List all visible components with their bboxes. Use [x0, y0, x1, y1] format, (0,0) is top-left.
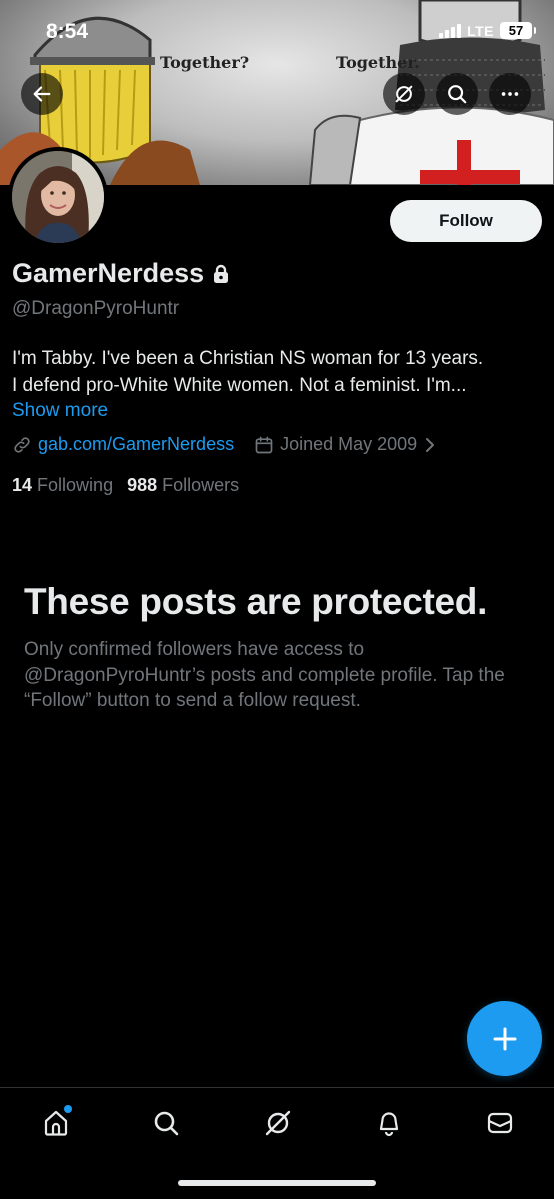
home-indicator[interactable]	[178, 1180, 376, 1186]
bio: I'm Tabby. I've been a Christian NS woma…	[12, 345, 547, 399]
follow-button[interactable]: Follow	[390, 200, 542, 242]
tab-search[interactable]	[146, 1103, 186, 1143]
follow-counts: 14 Following 988 Followers	[12, 475, 239, 496]
profile-meta: gab.com/GamerNerdess Joined May 2009	[12, 434, 437, 455]
avatar[interactable]	[8, 147, 108, 247]
handle: @DragonPyroHuntr	[12, 298, 180, 319]
bell-icon	[379, 1112, 399, 1137]
compose-button[interactable]	[467, 1001, 542, 1076]
lock-icon	[214, 264, 229, 283]
status-indicators: LTE 57	[439, 22, 536, 39]
signal-icon	[439, 23, 462, 38]
arrow-left-icon	[33, 86, 51, 102]
joined-date: Joined May 2009	[280, 434, 418, 454]
battery-icon: 57	[500, 22, 536, 39]
grok-button[interactable]	[383, 73, 425, 115]
tab-messages[interactable]	[480, 1103, 520, 1143]
more-button[interactable]	[489, 73, 531, 115]
followers-count-link[interactable]: 988 Followers	[127, 475, 239, 496]
more-icon	[501, 92, 519, 96]
followers-count: 988	[127, 475, 158, 495]
followers-label: Followers	[162, 475, 240, 495]
grok-icon	[395, 85, 413, 103]
search-button[interactable]	[436, 73, 478, 115]
status-time: 8:54	[46, 20, 89, 43]
following-count: 14	[12, 475, 33, 495]
banner-caption-right: Together.	[336, 53, 420, 72]
bio-line: I defend pro-White White women. Not a fe…	[12, 375, 467, 396]
grok-icon	[265, 1110, 291, 1136]
protected-title: These posts are protected.	[24, 581, 488, 622]
bio-line: I'm Tabby. I've been a Christian NS woma…	[12, 348, 484, 369]
mail-icon	[487, 1112, 513, 1134]
protected-message: Only confirmed followers have access to …	[24, 639, 505, 711]
display-name-row: GamerNerdess	[12, 258, 230, 289]
link-icon	[14, 436, 30, 453]
following-label: Following	[37, 475, 114, 495]
calendar-icon	[255, 436, 273, 453]
joined-date-row[interactable]: Joined May 2009	[254, 434, 437, 455]
plus-icon	[493, 1027, 516, 1050]
search-icon	[448, 85, 467, 104]
back-button[interactable]	[21, 73, 63, 115]
avatar-image	[12, 151, 104, 243]
tab-home[interactable]	[36, 1103, 76, 1143]
network-type: LTE	[467, 22, 494, 39]
notification-dot	[64, 1105, 72, 1113]
following-count-link[interactable]: 14 Following	[12, 475, 113, 496]
banner-caption-left: Together?	[160, 53, 250, 72]
tab-grok[interactable]	[258, 1103, 298, 1143]
display-name: GamerNerdess	[12, 258, 205, 288]
tab-notifications[interactable]	[369, 1103, 409, 1143]
profile-website-link[interactable]: gab.com/GamerNerdess	[38, 434, 234, 455]
search-icon	[154, 1111, 179, 1136]
chevron-right-icon	[426, 437, 435, 452]
show-more-link[interactable]: Show more	[12, 400, 108, 422]
